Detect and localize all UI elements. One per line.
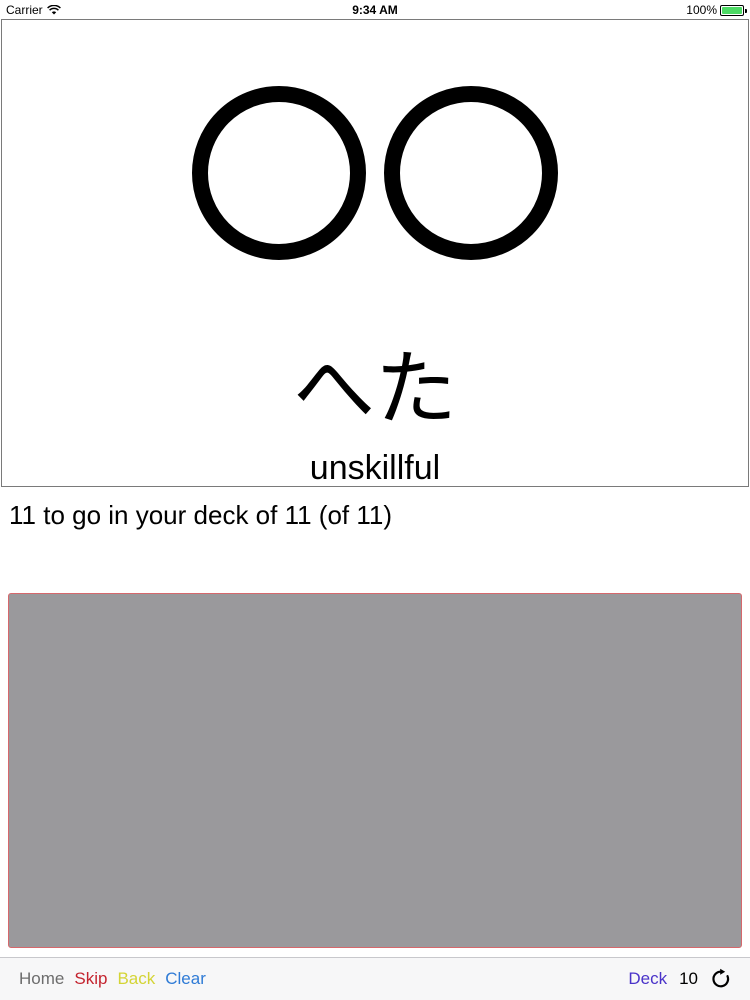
app-screen: Carrier 9:34 AM 100% へた unskillful 11 to… bbox=[0, 0, 750, 1000]
refresh-icon[interactable] bbox=[710, 968, 732, 990]
toolbar-left-group: Home Skip Back Clear bbox=[19, 969, 206, 989]
clear-button[interactable]: Clear bbox=[165, 969, 206, 989]
flashcard[interactable]: へた unskillful bbox=[1, 19, 749, 487]
card-illustration bbox=[192, 86, 558, 260]
home-button[interactable]: Home bbox=[19, 969, 64, 989]
left-circle-icon bbox=[192, 86, 366, 260]
status-bar: Carrier 9:34 AM 100% bbox=[0, 0, 750, 20]
skip-button[interactable]: Skip bbox=[74, 969, 107, 989]
status-right: 100% bbox=[686, 3, 747, 17]
bottom-toolbar: Home Skip Back Clear Deck 10 bbox=[0, 957, 750, 1000]
card-kana: へた bbox=[292, 342, 457, 437]
deck-button[interactable]: Deck bbox=[628, 969, 667, 989]
battery-fill bbox=[722, 6, 742, 14]
card-meaning: unskillful bbox=[309, 449, 441, 487]
deck-progress-text: 11 to go in your deck of 11 (of 11) bbox=[9, 500, 393, 530]
right-circle-icon bbox=[384, 86, 558, 260]
card-count: 10 bbox=[679, 969, 698, 988]
battery-icon bbox=[720, 4, 747, 16]
battery-percent: 100% bbox=[686, 3, 717, 17]
battery-nub bbox=[745, 8, 747, 13]
toolbar-right-group: Deck 10 bbox=[628, 968, 732, 990]
status-time: 9:34 AM bbox=[352, 3, 398, 17]
back-button[interactable]: Back bbox=[117, 969, 155, 989]
drawing-canvas[interactable] bbox=[8, 593, 742, 948]
